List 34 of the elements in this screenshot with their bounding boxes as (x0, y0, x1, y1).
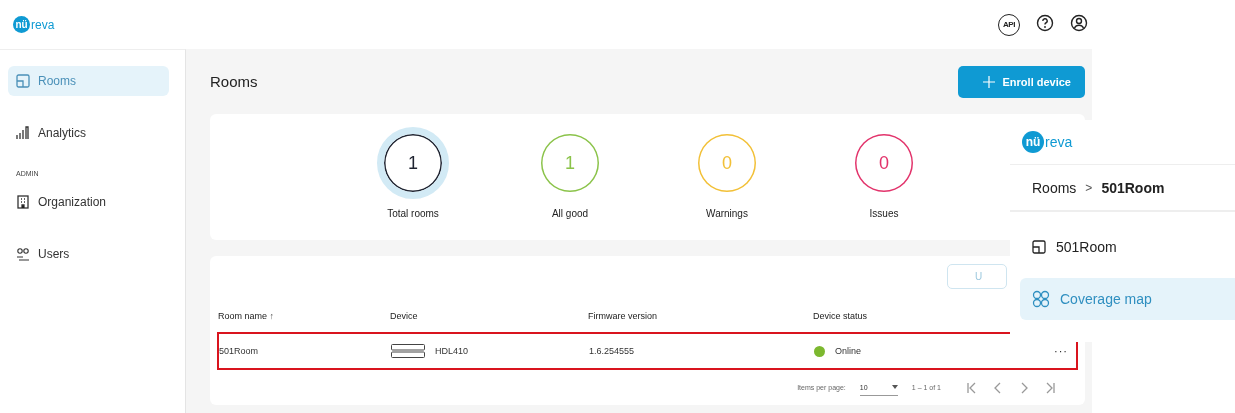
room-icon (1032, 240, 1046, 254)
breadcrumb-current: 501Room (1101, 179, 1165, 196)
panel-item[interactable]: 501Room (1020, 226, 1235, 268)
stat-label: Issues (869, 208, 899, 219)
stat-label: All good (551, 208, 589, 219)
users-icon (16, 247, 30, 261)
four-circles-icon (1032, 290, 1050, 308)
stat-label: Total rooms (387, 208, 439, 219)
stat-ring[interactable]: 1 (377, 127, 449, 199)
stat-label: Warnings (706, 208, 748, 219)
help-icon[interactable] (1036, 13, 1054, 32)
more-button[interactable]: ··· (1046, 345, 1076, 358)
table-cell: HDL410 (435, 346, 469, 357)
sidebar-item[interactable]: Analytics (8, 118, 169, 148)
device-icon (391, 344, 425, 359)
building-icon (16, 195, 30, 209)
nureva-logo: nü reva (1022, 131, 1073, 153)
column-header[interactable]: Room name ↑ (218, 311, 390, 322)
column-header[interactable]: Firmware version (588, 311, 813, 322)
table-cell-text: 1.6.254555 (589, 346, 636, 357)
column-header[interactable]: Device (390, 311, 588, 322)
page-title: Rooms (210, 73, 258, 90)
table-cell-text: 501Room (219, 346, 260, 357)
plus-icon (982, 75, 995, 88)
sidebar-item[interactable]: Organization (8, 187, 169, 217)
table-cell: Online (835, 346, 861, 357)
nureva-logo: nü reva (13, 16, 55, 33)
breadcrumb-link[interactable]: Rooms (1032, 179, 1077, 196)
bar-chart-icon (16, 126, 30, 140)
sidebar-item[interactable]: Users (8, 239, 169, 269)
breadcrumb-separator: > (1085, 180, 1093, 195)
table-row[interactable]: 501Room HDL410 1.6.254555 Online ··· (217, 331, 1078, 371)
account-icon[interactable] (1070, 13, 1088, 32)
room-icon (16, 74, 30, 88)
